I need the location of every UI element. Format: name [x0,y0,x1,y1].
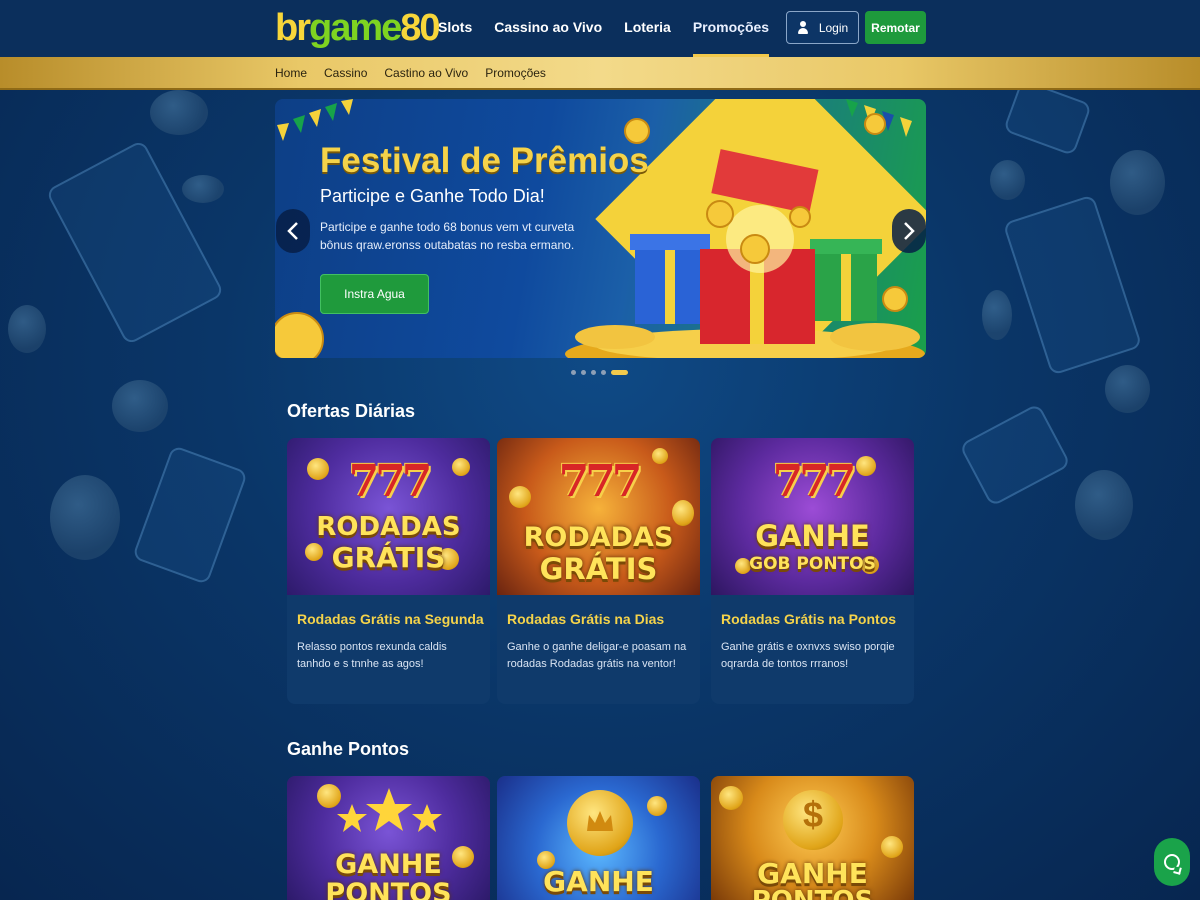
subnav-casino[interactable]: Cassino [324,57,367,90]
offer-card-title: Rodadas Grátis na Segunda [297,611,484,627]
hero-description: Participe e ganhe todo 68 bonus vem vt c… [320,220,575,252]
points-card[interactable]: $ GANHE PONTOS [711,776,914,900]
offer-card-image-line1: RODADAS [316,512,461,542]
hero-title: Festival de Prêmios [320,141,649,180]
points-card-image: $ GANHE PONTOS [711,776,914,900]
offer-card-image-line2: GRÁTIS [539,552,658,586]
offer-card-image-line1: GANHE [755,519,870,553]
crown-icon [587,811,613,831]
offer-card-image: 777 GANHE GOB PONTOS [711,438,914,595]
carousel-prev-button[interactable] [276,209,310,253]
carousel-dot[interactable] [581,370,586,375]
subnav-home[interactable]: Home [275,57,307,90]
offer-card-image: 777 RODADAS GRÁTIS [497,438,700,595]
chat-icon [1164,854,1180,870]
nav-promotions[interactable]: Promoções [692,0,770,57]
chevron-left-icon [287,222,298,240]
points-card-image-line1: GANHE [757,857,868,890]
stars-icon [337,788,442,832]
section-title-earn-points: Ganhe Pontos [287,739,410,759]
chevron-right-icon [904,222,915,240]
offer-card[interactable]: 777 RODADAS GRÁTIS Rodadas Grátis na Dia… [497,438,700,704]
offer-card-description: Ganhe grátis e oxnvxs swiso porqie oqrar… [721,641,895,670]
offer-card-image-line2: GOB PONTOS [749,554,876,574]
brand-logo[interactable]: brgame80 [275,6,441,50]
dollar-icon: $ [802,794,824,835]
login-label: Login [818,20,849,35]
login-button[interactable]: Login [786,11,859,44]
carousel-pagination [571,370,628,375]
section-title-daily-offers: Ofertas Diárias [287,401,416,421]
points-card-image: GANHE [497,776,700,900]
carousel-dot[interactable] [601,370,606,375]
offer-card-title: Rodadas Grátis na Pontos [721,611,897,627]
offer-card-description: Relasso pontos rexunda caldis tanhdo e s… [297,641,447,670]
offer-card[interactable]: 777 RODADAS GRÁTIS Rodadas Grátis na Seg… [287,438,490,704]
hero-banner[interactable]: Festival de Prêmios Participe e Ganhe To… [275,99,926,358]
chat-button[interactable] [1154,838,1190,886]
points-card[interactable]: GANHE PONTOS [287,776,490,900]
offer-card-image: 777 RODADAS GRÁTIS [287,438,490,595]
logo-part-br: br [275,7,311,49]
main-nav: Slots Cassino ao Vivo Loteria Promoções [438,0,770,57]
register-button[interactable]: Remotar [865,11,926,44]
sub-navigation-bar: Home Cassino Castino ao Vivo Promoções [0,57,1200,90]
offer-card-image-line2: GRÁTIS [331,541,446,574]
points-card-image-line2: PONTOS [325,878,452,900]
offer-card[interactable]: 777 GANHE GOB PONTOS Rodadas Grátis na P… [711,438,914,704]
carousel-dot[interactable] [591,370,596,375]
nav-live-casino[interactable]: Cassino ao Vivo [494,0,602,57]
logo-part-game: game [309,7,402,49]
user-icon [797,21,809,34]
top-navigation-bar: brgame80 Slots Cassino ao Vivo Loteria P… [0,0,1200,57]
sub-nav: Home Cassino Castino ao Vivo Promoções [275,57,546,90]
points-card-image-line2: PONTOS [711,888,914,900]
points-card-image-line1: GANHE [335,849,442,880]
hero-cta-button[interactable]: Instra Agua [320,274,429,314]
points-card[interactable]: GANHE [497,776,700,900]
offer-card-description: Ganhe o ganhe deligar-e poasam na rodada… [507,641,687,670]
points-card-image: GANHE PONTOS [287,776,490,900]
logo-part-80: 80 [400,7,440,49]
offer-card-image-line1: RODADAS [523,522,674,553]
offer-card-title: Rodadas Grátis na Dias [507,611,665,627]
hero-subtitle: Participe e Ganhe Todo Dia! [320,186,545,206]
subnav-live-casino[interactable]: Castino ao Vivo [384,57,468,90]
nav-lottery[interactable]: Loteria [624,0,671,57]
carousel-next-button[interactable] [892,209,926,253]
subnav-promotions[interactable]: Promoções [485,57,546,90]
carousel-dot[interactable] [571,370,576,375]
points-card-image-line1: GANHE [543,865,654,898]
carousel-dot-active[interactable] [611,370,628,375]
nav-slots[interactable]: Slots [438,0,472,57]
